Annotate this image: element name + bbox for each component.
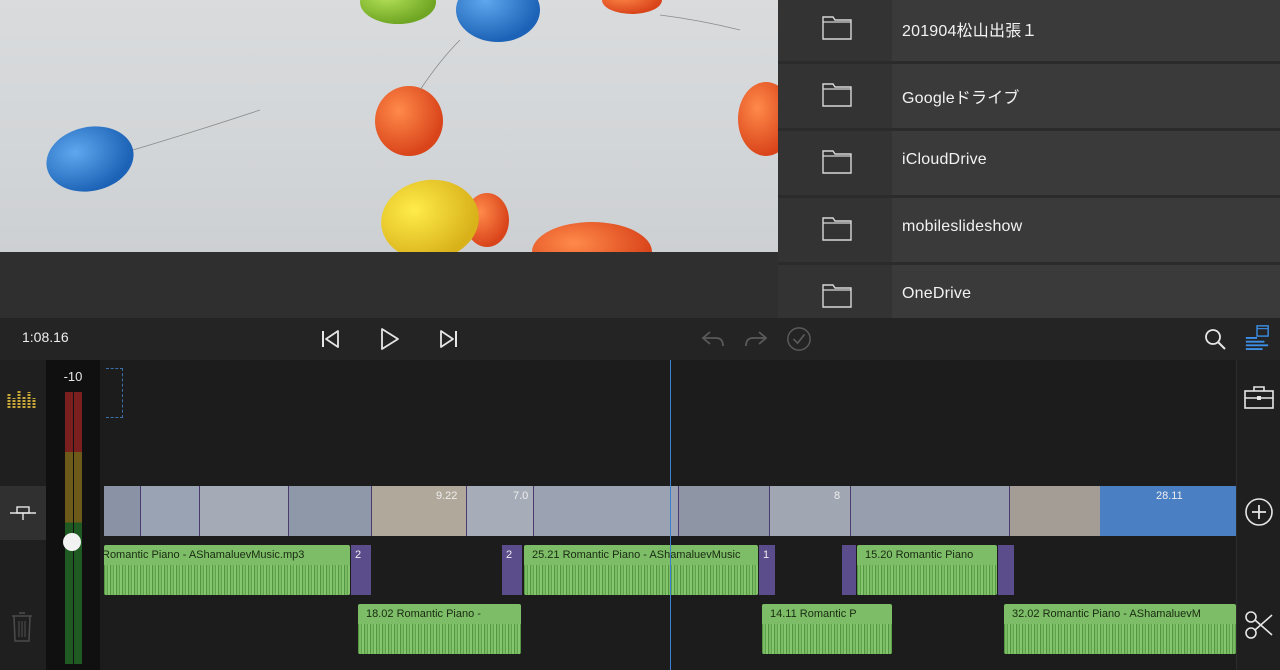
briefcase-icon (1244, 386, 1274, 409)
volume-meter[interactable]: -10 (46, 360, 100, 670)
skip-back-button[interactable] (317, 326, 343, 352)
folder-label: Googleドライブ (902, 90, 1020, 107)
folder-row[interactable]: OneDrive (778, 265, 1280, 318)
audio-levels-button[interactable] (7, 386, 37, 413)
trash-icon (12, 612, 32, 642)
audio-clip[interactable]: Romantic Piano - AShamaluevMusic.mp3 (104, 545, 350, 595)
audio-clip[interactable]: 32.02 Romantic Piano - AShamaluevM (1004, 604, 1236, 654)
timeline-right-controls (1236, 360, 1280, 670)
audio-transition[interactable]: 1 (759, 545, 775, 595)
video-clip[interactable] (104, 486, 141, 536)
folder-icon (822, 150, 852, 174)
clip-duration: 28.11 (1156, 490, 1183, 502)
file-browser: 201904松山出張１ Googleドライブ iCloudDrive mobil… (778, 0, 1280, 318)
meter-bar-left (65, 392, 73, 664)
audio-clip[interactable]: 15.20 Romantic Piano (857, 545, 997, 595)
add-media-button[interactable] (1244, 497, 1274, 532)
video-clip[interactable] (851, 486, 1010, 536)
audio-clip-label: 14.11 Romantic P (770, 608, 857, 620)
audio-transition (842, 545, 856, 595)
video-clip[interactable] (679, 486, 770, 536)
transport-toolbar: 1:08.16 (0, 318, 1280, 360)
track-selector[interactable] (0, 486, 46, 540)
audio-transition[interactable]: 2 (502, 545, 522, 595)
clip-duration: 7.0 (513, 490, 529, 502)
video-clip[interactable] (289, 486, 372, 536)
audio-clip-label: 18.02 Romantic Piano - (366, 608, 481, 620)
add-icon (1245, 498, 1273, 526)
video-clip[interactable]: 7.0 (467, 486, 534, 536)
clip-duration: 9.22 (436, 490, 458, 502)
skip-forward-icon (440, 330, 457, 348)
toolbox-button[interactable] (1244, 384, 1274, 415)
meter-bar-right (74, 392, 82, 664)
undo-icon (701, 331, 724, 347)
folder-icon (822, 284, 852, 308)
folder-icon (822, 16, 852, 40)
timeline[interactable]: -10 9.22 7.0 8 28.11 Romantic Piano - AS… (0, 360, 1280, 670)
done-check-icon (787, 327, 811, 351)
audio-transition (998, 545, 1014, 595)
folder-label: OneDrive (902, 285, 972, 302)
folder-icon (822, 83, 852, 107)
split-button[interactable] (1244, 610, 1274, 645)
delete-button[interactable] (11, 612, 33, 647)
video-preview[interactable] (0, 0, 778, 252)
play-button[interactable] (376, 326, 402, 352)
folder-icon (822, 217, 852, 241)
play-icon (381, 328, 399, 350)
scissors-icon (1245, 611, 1273, 639)
folder-label: 201904松山出張１ (902, 23, 1038, 40)
video-clip-selected[interactable]: 28.11 (1100, 486, 1236, 536)
clip-duration: 8 (834, 490, 841, 502)
audio-clip[interactable]: 25.21 Romantic Piano - AShamaluevMusic (524, 545, 758, 595)
video-clip[interactable]: 8 (770, 486, 851, 536)
folder-row[interactable]: Googleドライブ (778, 64, 1280, 131)
folder-label: iCloudDrive (902, 151, 987, 168)
audio-clip[interactable]: 18.02 Romantic Piano - (358, 604, 521, 654)
timecode: 1:08.16 (22, 329, 69, 345)
folder-row[interactable]: iCloudDrive (778, 131, 1280, 198)
video-clip[interactable] (141, 486, 200, 536)
video-clip[interactable]: 9.22 (372, 486, 467, 536)
volume-slider-knob[interactable] (63, 532, 81, 551)
preview-image (46, 0, 778, 252)
meter-label: -10 (63, 369, 83, 384)
equalizer-icon (7, 390, 36, 408)
done-button[interactable] (786, 326, 812, 352)
redo-icon (745, 331, 768, 347)
video-clip[interactable] (534, 486, 679, 536)
audio-clip-label: 32.02 Romantic Piano - AShamaluevM (1012, 608, 1201, 620)
playhead[interactable] (670, 360, 671, 670)
folder-label: mobileslideshow (902, 218, 1023, 235)
timeline-view-button[interactable] (1244, 324, 1270, 350)
audio-clip-label: 15.20 Romantic Piano (865, 549, 974, 561)
video-clip[interactable] (1010, 486, 1101, 536)
audio-clip-label: 25.21 Romantic Piano - AShamaluevMusic (532, 549, 741, 561)
search-button[interactable] (1202, 326, 1228, 352)
video-clip[interactable] (200, 486, 289, 536)
preview-background (0, 252, 778, 318)
track-insert-icon (10, 506, 36, 520)
undo-button[interactable] (700, 326, 726, 352)
timeline-left-controls (0, 360, 46, 670)
audio-clip-label: Romantic Piano - AShamaluevMusic.mp3 (104, 549, 305, 561)
search-icon (1205, 329, 1226, 350)
timeline-view-icon (1245, 325, 1269, 350)
redo-button[interactable] (743, 326, 769, 352)
audio-transition[interactable]: 2 (351, 545, 371, 595)
skip-forward-button[interactable] (436, 326, 462, 352)
audio-clip[interactable]: 14.11 Romantic P (762, 604, 892, 654)
insert-marker (106, 368, 123, 418)
folder-row[interactable]: mobileslideshow (778, 198, 1280, 265)
folder-row[interactable]: 201904松山出張１ (778, 0, 1280, 64)
skip-back-icon (322, 330, 339, 348)
